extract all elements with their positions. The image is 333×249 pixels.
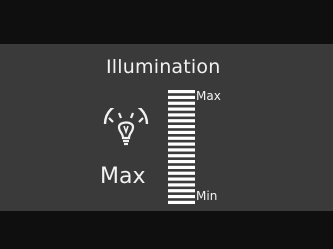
bottom-bar xyxy=(0,211,333,249)
screen-title: Illumination xyxy=(106,56,221,78)
scale-segment xyxy=(168,130,195,135)
illumination-screen: Illumination Max Max Min xyxy=(0,0,333,249)
scale-segment xyxy=(168,183,195,187)
scale-segment xyxy=(168,124,195,129)
scale-segment xyxy=(168,189,195,193)
current-level-label: Max xyxy=(100,164,146,189)
scale-segment xyxy=(168,165,195,170)
scale-segment xyxy=(168,171,195,175)
scale-segment xyxy=(168,136,195,140)
scale-segment xyxy=(168,154,195,158)
scale-segment xyxy=(168,200,195,204)
scale-segment xyxy=(168,113,195,117)
brightness-scale xyxy=(168,90,195,204)
scale-segment xyxy=(168,107,195,111)
scale-segment xyxy=(168,95,195,100)
scale-segment xyxy=(168,148,195,152)
scale-segment xyxy=(168,90,195,94)
scale-segment xyxy=(168,159,195,164)
instrument-lamp-icon xyxy=(103,108,149,146)
scale-segment xyxy=(168,177,195,181)
scale-max-label: Max xyxy=(196,89,221,103)
scale-segment xyxy=(168,142,195,146)
scale-segment xyxy=(168,194,195,199)
top-bar xyxy=(0,0,333,44)
scale-segment xyxy=(168,119,195,123)
scale-segment xyxy=(168,101,195,105)
scale-min-label: Min xyxy=(196,189,218,203)
